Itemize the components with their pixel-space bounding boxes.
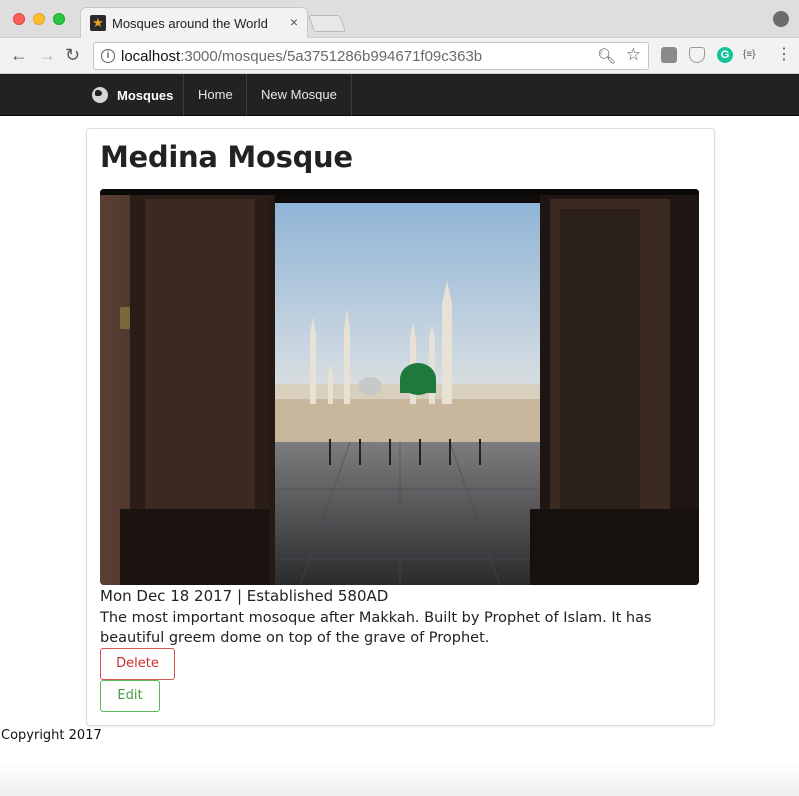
forward-arrow-icon[interactable]: → [38,44,56,66]
bookmark-star-icon[interactable]: ☆ [626,45,641,65]
json-extension-icon[interactable]: {≡} [743,47,765,63]
url-host: localhost [121,48,181,65]
shield-extension-icon[interactable] [689,47,705,63]
browser-menu-icon[interactable]: ⋮ [776,46,792,64]
nav-new-mosque-link[interactable]: New Mosque [246,74,352,116]
delete-button[interactable]: Delete [100,648,175,680]
globe-icon [92,87,108,103]
brand-label: Mosques [117,87,174,103]
mosque-photo [100,189,699,585]
extension-icon[interactable] [661,47,677,63]
address-url[interactable]: localhost:3000/mosques/5a3751286b994671f… [121,48,482,65]
window-bottom-edge [0,762,799,796]
url-path: :3000/mosques/5a3751286b994671f09c363b [180,48,483,65]
info-icon[interactable]: i [101,49,115,63]
window-minimize-button[interactable] [33,13,45,25]
new-tab-button[interactable] [307,15,347,32]
browser-toolbar: ← → ↻ i localhost:3000/mosques/5a3751286… [0,38,799,74]
edit-button[interactable]: Edit [100,680,160,712]
profile-icon[interactable] [773,11,789,27]
zoom-icon[interactable]: 🔍︎ [597,47,616,65]
address-bar[interactable]: i localhost:3000/mosques/5a3751286b99467… [93,42,649,70]
browser-titlebar: ★ Mosques around the World × [0,0,799,39]
favicon-star-icon: ★ [90,15,106,31]
grammarly-icon[interactable]: G [717,47,733,63]
window-zoom-button[interactable] [53,13,65,25]
nav-home-link[interactable]: Home [183,74,247,116]
tab-close-icon[interactable]: × [290,14,298,30]
reload-icon[interactable]: ↻ [65,44,80,66]
mosque-description: The most important mosoque after Makkah.… [100,610,652,646]
back-arrow-icon[interactable]: ← [10,44,28,66]
footer-copyright: Copyright 2017 [1,728,102,743]
brand-link[interactable]: Mosques [92,74,173,116]
browser-tab[interactable]: ★ Mosques around the World × [80,7,308,39]
page-title: Medina Mosque [100,140,353,174]
tab-title: Mosques around the World [112,16,268,31]
mosque-meta: Mon Dec 18 2017 | Established 580AD [100,587,389,605]
window-close-button[interactable] [13,13,25,25]
site-navbar: Mosques Home New Mosque [0,74,799,116]
